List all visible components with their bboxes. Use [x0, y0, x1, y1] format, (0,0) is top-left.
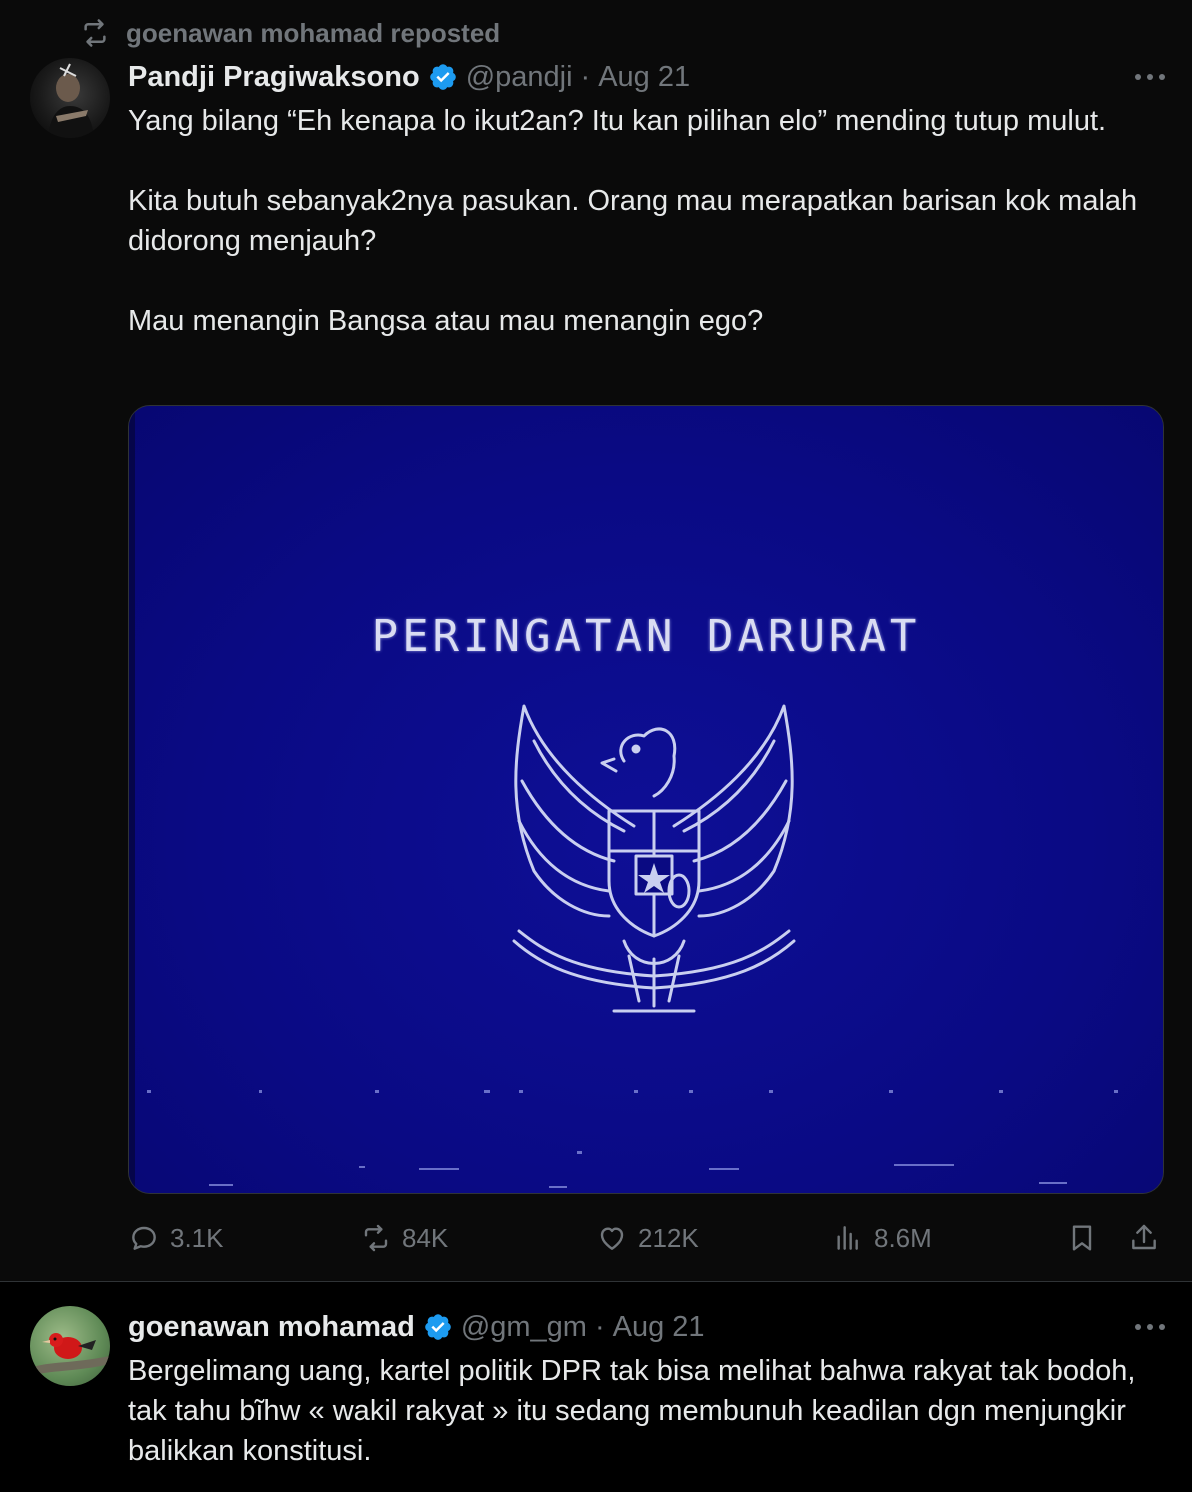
avatar[interactable] — [30, 58, 110, 138]
media-edge — [129, 406, 135, 1193]
views-button[interactable]: 8.6M — [832, 1215, 932, 1261]
more-icon — [1135, 1324, 1165, 1330]
post-header: Pandji Pragiwaksono @pandji · Aug 21 — [128, 57, 690, 97]
post-text: Yang bilang “Eh kenapa lo ikut2an? Itu k… — [128, 101, 1138, 341]
post[interactable]: goenawan mohamad @gm_gm · Aug 21 Bergeli… — [0, 1282, 1192, 1492]
post-header: goenawan mohamad @gm_gm · Aug 21 — [128, 1307, 705, 1347]
action-bar: 3.1K 84K 212K 8.6M — [0, 1215, 1192, 1261]
media-caption: PERINGATAN DARURAT — [371, 611, 921, 662]
share-icon — [1132, 1224, 1156, 1250]
reply-button[interactable]: 3.1K — [128, 1215, 224, 1261]
post-text-paragraph: Mau menangin Bangsa atau mau menangin eg… — [128, 305, 764, 337]
heart-icon — [600, 1227, 624, 1250]
garuda-emblem-icon — [512, 704, 796, 1013]
bookmark-icon — [1072, 1225, 1092, 1251]
view-count: 8.6M — [874, 1222, 932, 1253]
repost-button[interactable]: 84K — [360, 1215, 448, 1261]
more-options-button[interactable] — [1130, 1312, 1170, 1342]
repost-label[interactable]: goenawan mohamad reposted — [126, 18, 500, 49]
verified-badge-icon — [425, 1314, 451, 1340]
separator-dot: · — [580, 60, 591, 93]
post-text-paragraph: Kita butuh sebanyak2nya pasukan. Orang m… — [128, 185, 1138, 257]
bookmark-button[interactable] — [1066, 1215, 1098, 1261]
repost-context: goenawan mohamad reposted — [80, 16, 500, 50]
post-text: Bergelimang uang, kartel politik DPR tak… — [128, 1351, 1138, 1471]
post-date[interactable]: Aug 21 — [613, 1311, 705, 1344]
avatar-image — [48, 63, 94, 138]
like-button[interactable]: 212K — [596, 1215, 699, 1261]
author-name[interactable]: Pandji Pragiwaksono — [128, 61, 420, 94]
reposted-post[interactable]: goenawan mohamad reposted Pandji Pragiwa… — [0, 0, 1192, 1281]
static-noise — [147, 1090, 1118, 1188]
share-button[interactable] — [1128, 1215, 1160, 1261]
author-name[interactable]: goenawan mohamad — [128, 1311, 415, 1344]
author-handle[interactable]: @pandji — [466, 61, 573, 94]
avatar-image — [30, 1333, 110, 1376]
post-media[interactable]: PERINGATAN DARURAT — [128, 405, 1164, 1194]
separator-dot: · — [594, 1310, 605, 1343]
post-text-paragraph: Bergelimang uang, kartel politik DPR tak… — [128, 1355, 1136, 1467]
reply-icon — [132, 1226, 156, 1250]
repost-icon — [364, 1224, 388, 1252]
post-date[interactable]: Aug 21 — [598, 61, 690, 94]
repost-count: 84K — [402, 1222, 449, 1253]
like-count: 212K — [638, 1222, 699, 1253]
avatar[interactable] — [30, 1306, 110, 1386]
verified-badge-icon — [429, 64, 456, 90]
more-options-button[interactable] — [1130, 62, 1170, 92]
more-icon — [1135, 74, 1165, 80]
reply-count: 3.1K — [170, 1222, 224, 1253]
repost-icon — [84, 19, 106, 47]
post-text-paragraph: Yang bilang “Eh kenapa lo ikut2an? Itu k… — [128, 105, 1107, 137]
author-handle[interactable]: @gm_gm — [461, 1311, 587, 1344]
analytics-icon — [837, 1226, 858, 1250]
